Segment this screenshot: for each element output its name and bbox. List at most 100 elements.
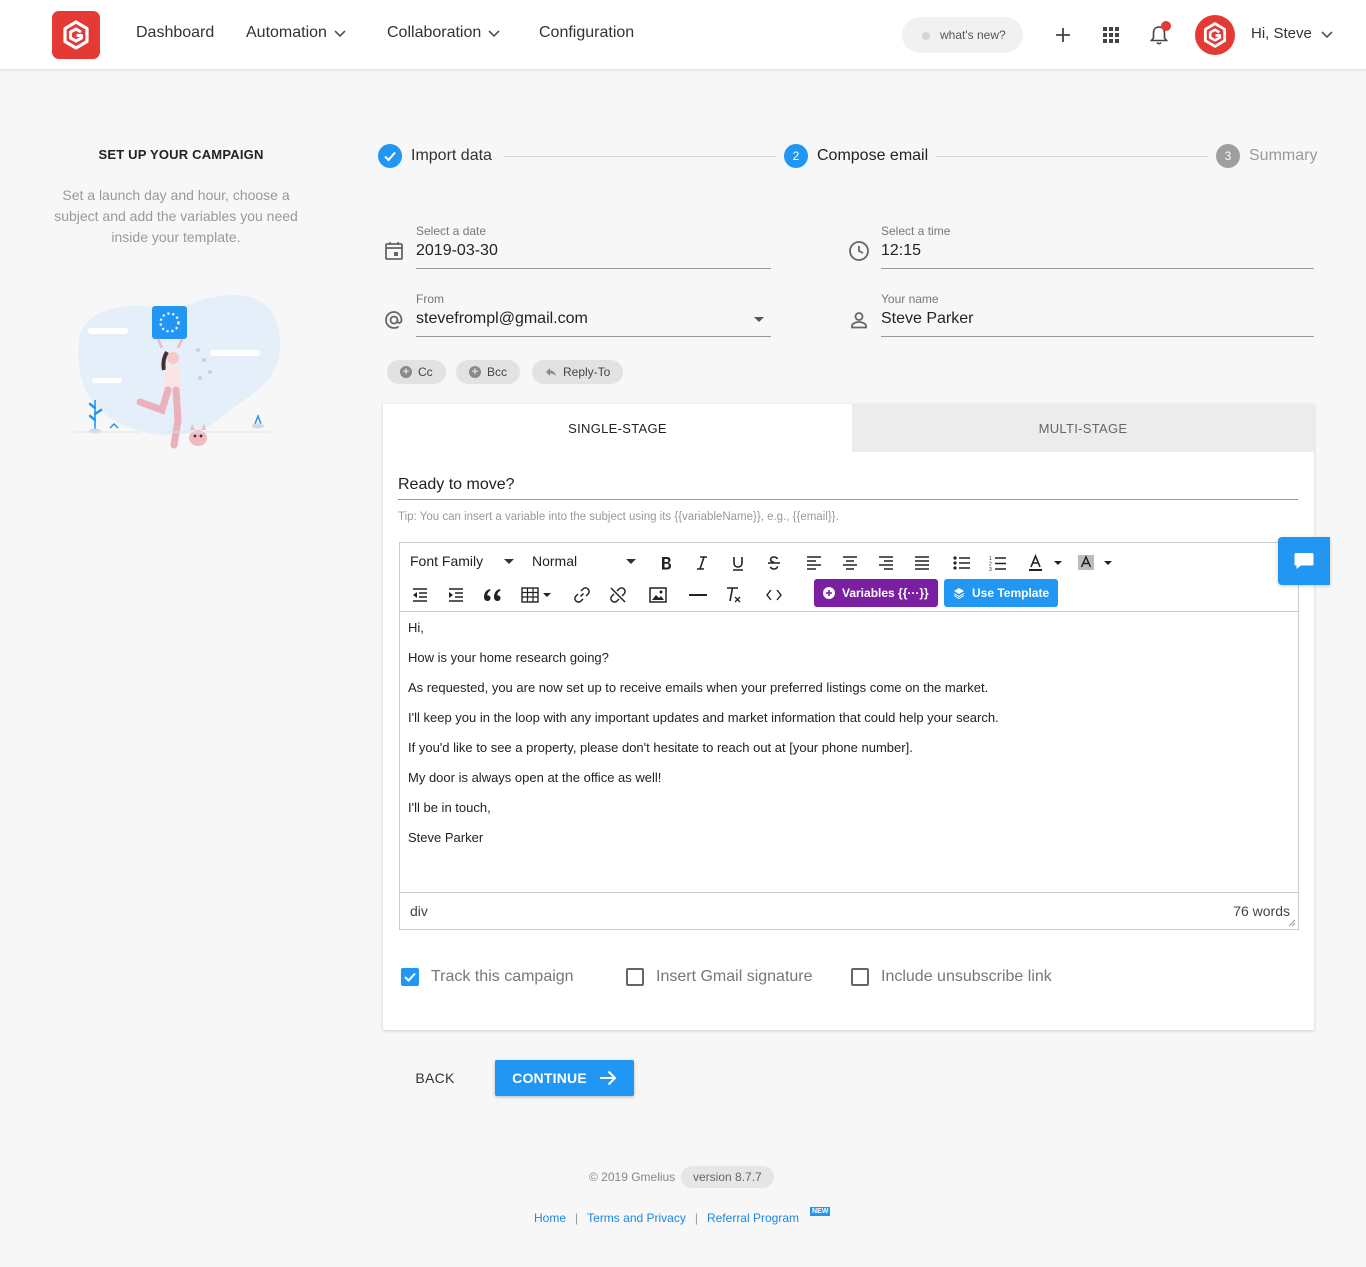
greeting-label: Hi, Steve	[1251, 25, 1312, 42]
notification-bell-icon[interactable]	[1147, 21, 1171, 47]
user-menu[interactable]: Hi, Steve	[1251, 25, 1334, 42]
align-center-icon[interactable]	[838, 551, 862, 575]
resize-handle-icon[interactable]	[1288, 919, 1296, 927]
insert-variables-button[interactable]: Variables {{···}}	[814, 579, 938, 607]
step-label: Import data	[411, 147, 492, 164]
outdent-icon[interactable]	[408, 583, 432, 607]
footer-links: Home | Terms and Privacy | Referral Prog…	[534, 1211, 799, 1225]
nav-automation[interactable]: Automation	[246, 24, 347, 42]
gmail-signature-option[interactable]: Insert Gmail signature	[626, 968, 813, 986]
step-compose-email[interactable]: 2 Compose email	[784, 144, 928, 168]
tab-single-stage[interactable]: SINGLE-STAGE	[383, 404, 852, 452]
continue-button[interactable]: CONTINUE	[495, 1060, 634, 1096]
quote-icon[interactable]	[480, 583, 504, 607]
body-line: My door is always open at the office as …	[408, 770, 662, 785]
calendar-icon	[383, 240, 407, 264]
link-icon[interactable]	[570, 583, 594, 607]
use-template-button[interactable]: Use Template	[944, 579, 1059, 607]
align-justify-icon[interactable]	[910, 551, 934, 575]
gmail-signature-checkbox[interactable]	[626, 968, 644, 986]
horizontal-line-icon[interactable]	[686, 583, 710, 607]
track-campaign-checkbox[interactable]	[401, 968, 419, 986]
track-campaign-label: Track this campaign	[431, 968, 574, 985]
table-icon[interactable]	[520, 583, 554, 607]
whats-new-label: what's new?	[940, 28, 1006, 42]
date-field[interactable]: Select a date 2019-03-30	[416, 224, 771, 269]
subject-tip: Tip: You can insert a variable into the …	[398, 511, 839, 523]
element-path: div	[410, 903, 428, 919]
avatar[interactable]	[1195, 15, 1235, 55]
time-value: 12:15	[881, 242, 922, 259]
cc-chip[interactable]: + Cc	[387, 360, 446, 384]
body-line: I'll keep you in the loop with any impor…	[408, 710, 999, 725]
unsubscribe-link-option[interactable]: Include unsubscribe link	[851, 968, 1052, 986]
your-name-field[interactable]: Your name Steve Parker	[881, 292, 1314, 337]
time-label: Select a time	[881, 224, 951, 238]
paragraph-format-select[interactable]: Normal	[532, 553, 636, 569]
from-select[interactable]: From stevefrompl@gmail.com	[416, 292, 771, 337]
unsubscribe-link-checkbox[interactable]	[851, 968, 869, 986]
unlink-icon[interactable]	[606, 583, 630, 607]
tab-multi-stage[interactable]: MULTI-STAGE	[852, 404, 1314, 452]
step-summary[interactable]: 3 Summary	[1216, 144, 1317, 168]
bcc-chip[interactable]: + Bcc	[456, 360, 521, 384]
clear-formatting-icon[interactable]	[722, 583, 746, 607]
step-connector	[504, 156, 776, 157]
body-line: Steve Parker	[408, 830, 484, 845]
text-color-icon[interactable]	[1026, 551, 1064, 575]
step-import-data[interactable]: Import data	[378, 144, 492, 168]
apps-grid-icon[interactable]	[1099, 23, 1123, 47]
email-editor: Font Family Normal 123 Variables {{···}}	[399, 542, 1299, 930]
email-body[interactable]: Hi, How is your home research going? As …	[400, 611, 1298, 893]
paragraph-format-label: Normal	[532, 553, 578, 569]
svg-text:3: 3	[989, 567, 992, 571]
track-campaign-option[interactable]: Track this campaign	[401, 968, 574, 986]
step-label: Compose email	[817, 147, 929, 164]
variables-button-label: Variables {{···}}	[842, 586, 929, 600]
bcc-chip-label: Bcc	[487, 365, 508, 379]
subject-input[interactable]: Ready to move?	[398, 468, 1298, 500]
italic-icon[interactable]	[690, 551, 714, 575]
font-family-select[interactable]: Font Family	[410, 553, 514, 569]
home-link[interactable]: Home	[534, 1211, 566, 1225]
code-view-icon[interactable]	[762, 583, 786, 607]
time-field[interactable]: Select a time 12:15	[881, 224, 1314, 269]
numbered-list-icon[interactable]: 123	[986, 551, 1010, 575]
from-value: stevefrompl@gmail.com	[416, 310, 588, 327]
bullet-list-icon[interactable]	[950, 551, 974, 575]
body-line: How is your home research going?	[408, 650, 609, 665]
caret-down-icon	[626, 559, 636, 564]
align-left-icon[interactable]	[802, 551, 826, 575]
step-number: 3	[1216, 144, 1240, 168]
step-number: 2	[784, 144, 808, 168]
gmelius-logo-icon	[63, 20, 89, 50]
reply-to-chip-label: Reply-To	[563, 365, 611, 379]
body-line: If you'd like to see a property, please …	[408, 740, 913, 755]
image-icon[interactable]	[646, 583, 670, 607]
link-separator: |	[694, 1211, 698, 1225]
chat-button[interactable]	[1278, 537, 1330, 585]
step-connector	[936, 156, 1208, 157]
nav-collaboration[interactable]: Collaboration	[387, 24, 501, 42]
whats-new-button[interactable]: what's new?	[902, 17, 1023, 53]
back-button[interactable]: BACK	[401, 1060, 469, 1096]
terms-privacy-link[interactable]: Terms and Privacy	[587, 1211, 686, 1225]
reply-to-chip[interactable]: Reply-To	[532, 360, 624, 384]
body-line: As requested, you are now set up to rece…	[408, 680, 989, 695]
background-color-icon[interactable]	[1076, 551, 1114, 575]
referral-program-link[interactable]: Referral Program	[707, 1211, 799, 1225]
nav-dashboard[interactable]: Dashboard	[136, 24, 214, 42]
status-dot	[922, 32, 930, 40]
left-panel-description: Set a launch day and hour, choose a subj…	[54, 187, 298, 245]
underline-icon[interactable]	[726, 551, 750, 575]
plus-circle-icon	[823, 587, 835, 599]
add-icon[interactable]	[1051, 23, 1075, 47]
date-label: Select a date	[416, 224, 487, 238]
nav-configuration[interactable]: Configuration	[539, 24, 634, 42]
align-right-icon[interactable]	[874, 551, 898, 575]
bold-icon[interactable]	[654, 551, 678, 575]
gmelius-logo[interactable]	[52, 11, 100, 59]
at-sign-icon	[383, 309, 407, 333]
indent-icon[interactable]	[444, 583, 468, 607]
strikethrough-icon[interactable]	[762, 551, 786, 575]
